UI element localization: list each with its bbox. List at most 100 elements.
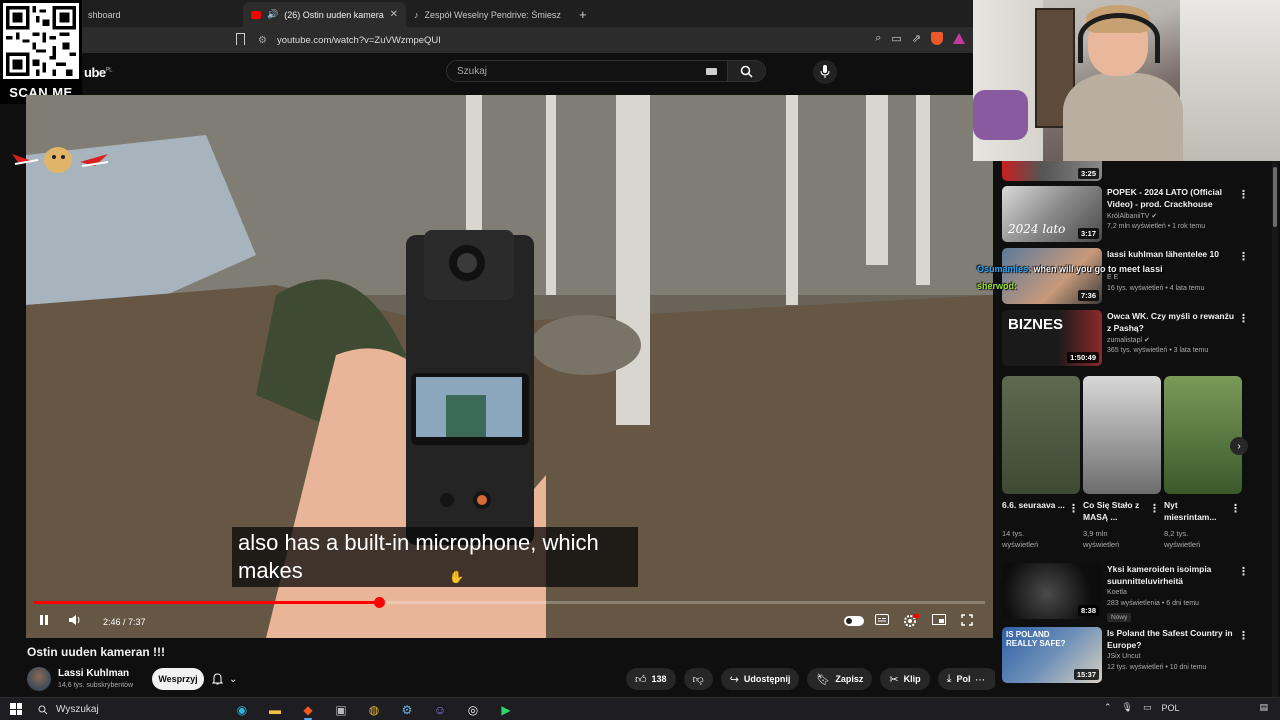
microphone-icon[interactable]: 🎙︎ bbox=[1122, 702, 1133, 713]
channel-name[interactable]: Koetla bbox=[1107, 589, 1127, 596]
like-button[interactable]: 👍︎ 138 bbox=[626, 668, 676, 690]
share-page-icon[interactable]: ⇗ bbox=[912, 32, 921, 45]
sidebar-scrollbar[interactable] bbox=[1272, 161, 1278, 697]
more-menu-icon[interactable]: ⋮ bbox=[1238, 250, 1249, 263]
channel-name[interactable]: zumalistapl ✔ bbox=[1107, 336, 1150, 344]
channel-name[interactable]: KrólAlbaniiTV ✔ bbox=[1107, 212, 1157, 220]
video-title[interactable]: Is Poland the Safest Country in Europe? bbox=[1107, 627, 1235, 651]
video-thumbnail[interactable]: 8:38 bbox=[1002, 563, 1102, 619]
channel-avatar[interactable] bbox=[27, 667, 51, 691]
cast-icon[interactable]: ▭ bbox=[891, 32, 901, 45]
pause-button[interactable] bbox=[38, 614, 50, 626]
chevron-up-icon[interactable]: ⌃ bbox=[1104, 702, 1112, 713]
network-icon[interactable]: ▭ bbox=[1143, 702, 1152, 713]
list-item[interactable]: IS POLAND REALLY SAFE? 15:37 Is Poland t… bbox=[1002, 627, 1257, 683]
youtube-logo[interactable]: ubePL bbox=[84, 65, 112, 80]
new-tab-button[interactable]: + bbox=[569, 7, 597, 27]
autoplay-toggle[interactable] bbox=[844, 616, 864, 626]
pause-icon bbox=[40, 615, 48, 625]
tab-dashboard[interactable]: shboard bbox=[80, 2, 243, 27]
channel-name[interactable]: Lassi Kuhlman bbox=[58, 668, 129, 679]
search-button[interactable] bbox=[728, 60, 766, 82]
bookmark-icon[interactable] bbox=[236, 33, 245, 45]
volume-button[interactable] bbox=[68, 614, 82, 626]
miniplayer-button[interactable] bbox=[932, 614, 946, 625]
search-input[interactable]: Szukaj bbox=[446, 60, 728, 82]
video-title[interactable]: Owca WK. Czy myśli o rewanżu z Pashą? bbox=[1107, 310, 1235, 334]
video-title[interactable]: lassi kuhlman lähentelee 10 bbox=[1107, 248, 1235, 260]
more-menu-icon[interactable]: ⋮ bbox=[1238, 312, 1249, 325]
more-menu-icon[interactable]: ⋮ bbox=[1068, 502, 1079, 515]
more-menu-icon[interactable]: ⋮ bbox=[1238, 565, 1249, 578]
tab-tiktok[interactable]: ♪ Zespół Weselny Pendrive: Śmieszne i bbox=[406, 2, 569, 27]
url-field[interactable]: ⚙ youtube.com/watch?v=ZuVWzmpeQUI bbox=[258, 31, 858, 49]
brave-browser-icon[interactable]: ◆ bbox=[298, 700, 318, 720]
video-thumbnail[interactable]: IS POLAND REALLY SAFE? 15:37 bbox=[1002, 627, 1102, 683]
file-explorer-icon[interactable]: ▬ bbox=[265, 700, 285, 719]
clip-button[interactable]: ✂ Klip bbox=[880, 668, 930, 690]
share-button[interactable]: ↪ Udostępnij bbox=[720, 668, 800, 690]
list-item[interactable]: BIZNES 1:50:49 Owca WK. Czy myśli o rewa… bbox=[1002, 310, 1257, 366]
settings-button[interactable] bbox=[903, 614, 919, 628]
edge-icon[interactable]: ◉ bbox=[232, 700, 252, 719]
channel-label: KrólAlbaniiTV bbox=[1107, 213, 1150, 220]
channel-name[interactable]: JSix Uncut bbox=[1107, 653, 1140, 660]
video-thumbnail[interactable]: BIZNES 1:50:49 bbox=[1002, 310, 1102, 366]
shorts-next-button[interactable]: › bbox=[1230, 437, 1248, 455]
language-indicator[interactable]: POL bbox=[1161, 703, 1179, 713]
obs-icon[interactable]: ◎ bbox=[463, 700, 483, 719]
scissors-icon: ✂ bbox=[889, 673, 899, 686]
video-title[interactable]: Yksi kameroiden isoimpia suunnitteluvirh… bbox=[1107, 563, 1235, 587]
progress-bar[interactable] bbox=[34, 597, 985, 608]
list-item[interactable]: 2024 lato 3:17 POPEK - 2024 LATO (Offici… bbox=[1002, 186, 1257, 242]
windows-start-icon[interactable] bbox=[10, 703, 22, 715]
fullscreen-icon bbox=[961, 614, 973, 626]
short-views: 14 tys. wyświetleń bbox=[1002, 529, 1039, 549]
more-menu-icon[interactable]: ⋮ bbox=[1230, 502, 1241, 515]
voice-search-button[interactable] bbox=[813, 60, 837, 84]
cam-chair bbox=[973, 90, 1028, 140]
short-thumbnail[interactable] bbox=[1002, 376, 1080, 494]
zoom-icon[interactable]: ⌕ bbox=[875, 32, 881, 45]
video-player[interactable]: also has a built-in microphone, which ma… bbox=[26, 95, 993, 638]
dislike-button[interactable]: 👎︎ bbox=[683, 668, 713, 690]
video-title[interactable]: POPEK - 2024 LATO (Official Video) - pro… bbox=[1107, 186, 1235, 210]
short-title[interactable]: 6.6. seuraava ... bbox=[1002, 499, 1066, 511]
more-menu-icon[interactable]: ⋮ bbox=[1238, 629, 1249, 642]
keyboard-icon[interactable] bbox=[706, 67, 717, 75]
short-thumbnail[interactable] bbox=[1083, 376, 1161, 494]
subtitles-button[interactable] bbox=[875, 614, 889, 625]
video-duration: 15:37 bbox=[1073, 669, 1099, 680]
chat-text: when will you go to meet lassi bbox=[1033, 264, 1163, 274]
short-title[interactable]: Co Się Stało z MASĄ ... bbox=[1083, 499, 1147, 523]
media-player-icon[interactable]: ▶ bbox=[496, 700, 516, 719]
taskbar-search[interactable]: Wyszukaj bbox=[34, 701, 224, 718]
sb-partial-thumbnail[interactable]: 3:25 bbox=[1002, 161, 1102, 181]
scrollbar-thumb[interactable] bbox=[1273, 167, 1277, 227]
save-button[interactable]: 🔖︎ Zapisz bbox=[807, 668, 873, 690]
video-thumbnail[interactable]: 2024 lato 3:17 bbox=[1002, 186, 1102, 242]
list-item[interactable]: 8:38 Yksi kameroiden isoimpia suunnittel… bbox=[1002, 563, 1257, 622]
short-thumbnail[interactable] bbox=[1164, 376, 1242, 494]
support-button[interactable]: Wesprzyj bbox=[152, 668, 204, 690]
time-separator: / bbox=[120, 617, 129, 627]
app-icon[interactable]: ▣ bbox=[331, 700, 351, 719]
chat-username: Osumamies: bbox=[977, 264, 1032, 274]
steam-icon[interactable]: ⚙ bbox=[397, 700, 417, 719]
fullscreen-button[interactable] bbox=[961, 614, 973, 626]
chrome-icon[interactable]: ◍ bbox=[364, 700, 384, 719]
more-actions-button[interactable]: ⋯ bbox=[970, 670, 990, 690]
close-tab-icon[interactable]: ✕ bbox=[390, 9, 398, 20]
tab-youtube-video[interactable]: 🔊 (26) Ostin uuden kameran !!! ✕ bbox=[243, 2, 406, 27]
notification-bell-button[interactable]: ⌄ bbox=[212, 668, 254, 690]
short-title[interactable]: Nyt miesrintam... bbox=[1164, 499, 1228, 523]
video-meta: 365 tys. wyświetleń • 3 lata temu bbox=[1107, 347, 1209, 354]
discord-icon[interactable]: ☺ bbox=[430, 700, 450, 719]
brave-shield-icon[interactable] bbox=[931, 32, 943, 45]
speaker-icon: 🔊 bbox=[267, 9, 279, 19]
notification-icon[interactable]: ▤ bbox=[1259, 702, 1268, 713]
more-menu-icon[interactable]: ⋮ bbox=[1149, 502, 1160, 515]
brave-rewards-icon[interactable] bbox=[953, 33, 965, 44]
site-settings-icon[interactable]: ⚙ bbox=[258, 35, 267, 46]
more-menu-icon[interactable]: ⋮ bbox=[1238, 188, 1249, 201]
